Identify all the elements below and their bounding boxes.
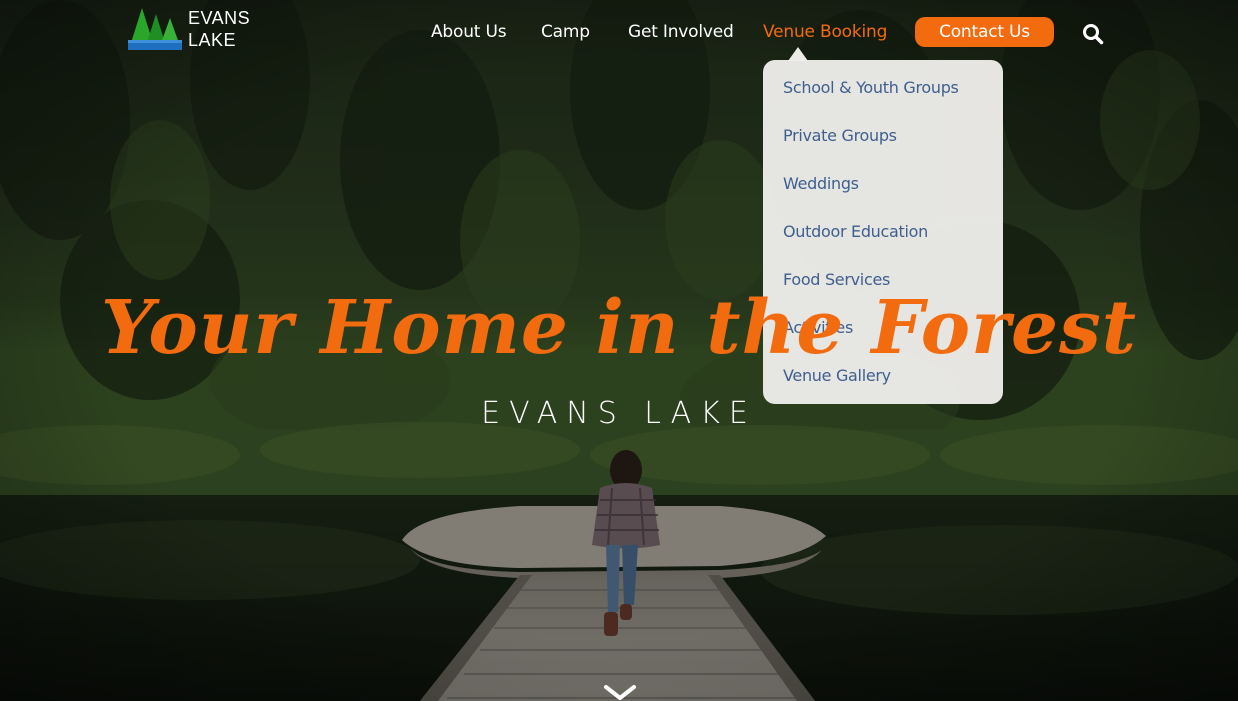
dropdown-item-private-groups[interactable]: Private Groups — [783, 124, 897, 148]
site-logo[interactable]: EVANS LAKE — [128, 6, 250, 52]
hero-section: EVANS LAKE About Us Camp Get Involved Ve… — [0, 0, 1238, 701]
search-icon[interactable] — [1082, 23, 1104, 45]
chevron-down-icon[interactable] — [603, 684, 637, 701]
logo-text: EVANS LAKE — [188, 7, 250, 51]
contact-us-button[interactable]: Contact Us — [915, 17, 1054, 47]
nav-item-camp[interactable]: Camp — [541, 18, 590, 46]
logo-line-1: EVANS — [188, 8, 251, 28]
pine-trees-logo-icon — [128, 8, 182, 50]
nav-item-venue-booking[interactable]: Venue Booking — [763, 18, 887, 46]
logo-line-2: LAKE — [188, 30, 237, 50]
dropdown-caret — [788, 47, 808, 61]
hero-headline: Your Home in the Forest — [101, 285, 1137, 371]
dropdown-item-school-youth-groups[interactable]: School & Youth Groups — [783, 76, 959, 100]
hero-subheading: EVANS LAKE — [481, 396, 757, 431]
dropdown-item-weddings[interactable]: Weddings — [783, 172, 859, 196]
nav-item-about-us[interactable]: About Us — [431, 18, 507, 46]
dropdown-item-outdoor-education[interactable]: Outdoor Education — [783, 220, 928, 244]
nav-item-get-involved[interactable]: Get Involved — [628, 18, 734, 46]
